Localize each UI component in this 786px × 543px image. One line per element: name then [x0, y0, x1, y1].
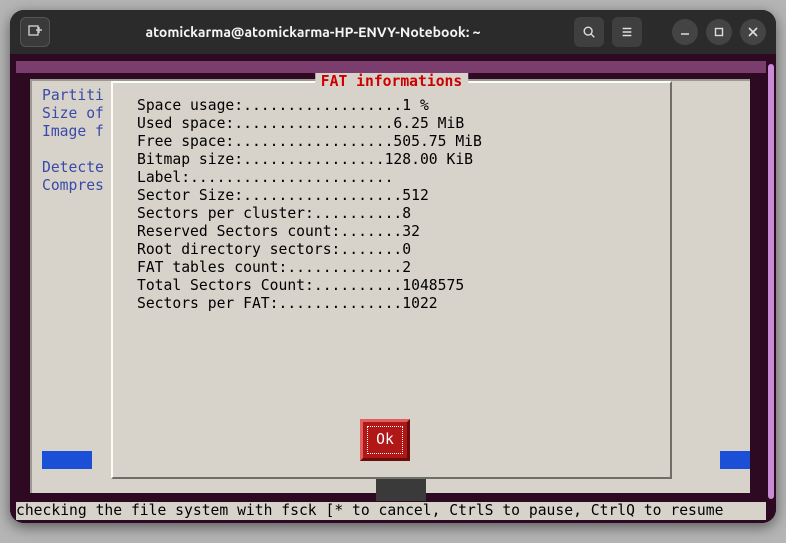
- minimize-icon: [678, 25, 692, 39]
- new-tab-icon: [27, 24, 43, 40]
- progress-bar-left: [42, 451, 92, 469]
- new-tab-button[interactable]: [20, 17, 50, 47]
- close-button[interactable]: [740, 19, 766, 45]
- terminal-window: atomickarma@atomickarma-HP-ENVY-Notebook…: [10, 10, 776, 523]
- maximize-button[interactable]: [706, 19, 732, 45]
- titlebar: atomickarma@atomickarma-HP-ENVY-Notebook…: [10, 10, 776, 54]
- fat-info-dialog: FAT informations Space usage:...........…: [111, 81, 672, 479]
- outer-ncurses-frame: Partiti Size of Image f Detecte Compres …: [30, 79, 750, 493]
- close-icon: [746, 25, 760, 39]
- maximize-icon: [712, 25, 726, 39]
- side-text-bottom: Detecte Compres: [42, 159, 104, 195]
- ok-button-label: Ok: [367, 426, 403, 454]
- titlebar-actions: [574, 17, 766, 47]
- progress-bar-right: [720, 451, 750, 469]
- window-title: atomickarma@atomickarma-HP-ENVY-Notebook…: [62, 24, 564, 40]
- minimize-button[interactable]: [672, 19, 698, 45]
- scrollbar[interactable]: [768, 64, 774, 499]
- background-band: [16, 61, 766, 73]
- menu-button[interactable]: [612, 17, 642, 47]
- search-button[interactable]: [574, 17, 604, 47]
- side-text-top: Partiti Size of Image f: [42, 87, 104, 141]
- hamburger-icon: [620, 25, 634, 39]
- dialog-body: Space usage:..................1 % Used s…: [137, 97, 660, 313]
- search-icon: [582, 25, 596, 39]
- terminal-area[interactable]: Partiti Size of Image f Detecte Compres …: [10, 54, 776, 523]
- dialog-title: FAT informations: [315, 73, 468, 91]
- status-line: checking the file system with fsck [* to…: [16, 502, 766, 520]
- ok-button[interactable]: Ok: [360, 419, 410, 461]
